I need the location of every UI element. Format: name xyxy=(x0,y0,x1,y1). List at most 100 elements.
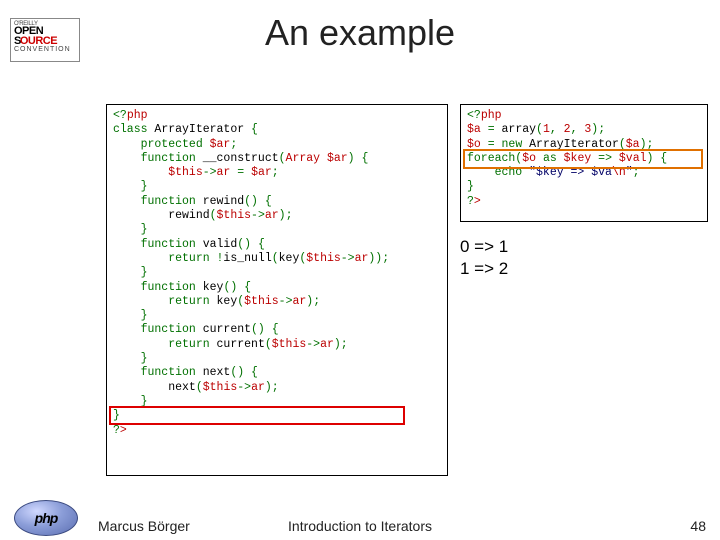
c: function xyxy=(113,152,203,165)
c: } xyxy=(113,409,120,422)
c: next xyxy=(113,381,196,394)
c: $ar xyxy=(251,166,272,179)
c: key xyxy=(279,252,300,265)
c: key xyxy=(217,295,238,308)
c: ); xyxy=(265,381,279,394)
c: = xyxy=(488,123,502,136)
c: ArrayIterator xyxy=(529,138,619,151)
c: ; xyxy=(633,166,640,179)
c: ); xyxy=(306,295,320,308)
c: ; xyxy=(230,138,237,151)
c: ? xyxy=(113,424,120,437)
c: ); xyxy=(640,138,654,151)
c: next xyxy=(203,366,231,379)
c: -> xyxy=(306,338,320,351)
output-line: 1 => 2 xyxy=(460,258,508,280)
c: 2 xyxy=(564,123,571,136)
c: -> xyxy=(341,252,355,265)
c: } xyxy=(467,180,474,193)
c: ar xyxy=(292,295,306,308)
footer-title: Introduction to Iterators xyxy=(0,518,720,534)
c: } xyxy=(113,180,148,193)
c: ( xyxy=(210,209,217,222)
c: { xyxy=(251,123,258,136)
c: is_null xyxy=(223,252,271,265)
c: $this xyxy=(203,381,238,394)
c: function xyxy=(113,323,203,336)
c: ) { xyxy=(647,152,668,165)
c: ( xyxy=(272,252,279,265)
c: ar xyxy=(251,381,265,394)
c: php xyxy=(481,109,502,122)
c: \n xyxy=(612,166,626,179)
c: => xyxy=(598,152,619,165)
output-line: 0 => 1 xyxy=(460,236,508,258)
c: $this xyxy=(244,295,279,308)
c: ? xyxy=(467,195,474,208)
c: function xyxy=(113,366,203,379)
c: ) { xyxy=(348,152,369,165)
logo-convention: CONVENTION xyxy=(14,46,76,53)
oreilly-logo: O'REILLY OPEN SOURCE CONVENTION xyxy=(10,18,80,62)
c: class xyxy=(113,123,154,136)
c: ( xyxy=(265,338,272,351)
c: )); xyxy=(368,252,389,265)
c: protected xyxy=(113,138,210,151)
c: valid xyxy=(203,238,238,251)
c: php xyxy=(127,109,148,122)
slide: O'REILLY OPEN SOURCE CONVENTION An examp… xyxy=(0,12,720,540)
output-block: 0 => 1 1 => 2 xyxy=(460,236,508,280)
c: $this xyxy=(217,209,252,222)
c: () { xyxy=(237,238,265,251)
c: ); xyxy=(334,338,348,351)
c: $this xyxy=(113,166,203,179)
c: ( xyxy=(619,138,626,151)
c: function xyxy=(113,195,203,208)
c: ; xyxy=(272,166,279,179)
c: -> xyxy=(251,209,265,222)
c: as xyxy=(543,152,564,165)
c: ( xyxy=(536,123,543,136)
c: = new xyxy=(488,138,529,151)
c: ( xyxy=(279,152,286,165)
c: 1 xyxy=(543,123,550,136)
c: } xyxy=(113,352,148,365)
c: rewind xyxy=(203,195,244,208)
c: () { xyxy=(251,323,279,336)
c: > xyxy=(474,195,481,208)
c: ArrayIterator xyxy=(154,123,251,136)
c: ( xyxy=(196,381,203,394)
c: Array $ar xyxy=(286,152,348,165)
c: $o xyxy=(522,152,543,165)
c: = xyxy=(237,166,251,179)
c: $val xyxy=(619,152,647,165)
c: function xyxy=(113,281,203,294)
c: return ! xyxy=(113,252,223,265)
c: rewind xyxy=(113,209,210,222)
c: -> xyxy=(203,166,217,179)
c: () { xyxy=(223,281,251,294)
footer-page: 48 xyxy=(690,518,706,534)
c: ar xyxy=(217,166,238,179)
c: } xyxy=(113,266,148,279)
c: array xyxy=(502,123,537,136)
c: -> xyxy=(279,295,293,308)
c: () { xyxy=(244,195,272,208)
c: $key xyxy=(564,152,599,165)
c: key xyxy=(203,281,224,294)
c: ); xyxy=(279,209,293,222)
code-block-left: <?php class ArrayIterator { protected $a… xyxy=(106,104,448,476)
code-block-right: <?php $a = array(1, 2, 3); $o = new Arra… xyxy=(460,104,708,222)
c: () { xyxy=(230,366,258,379)
c: return xyxy=(113,295,217,308)
c: function xyxy=(113,238,203,251)
c: } xyxy=(113,309,148,322)
c: return xyxy=(113,338,217,351)
c: ar xyxy=(320,338,334,351)
c: , xyxy=(571,123,585,136)
slide-title: An example xyxy=(0,12,720,54)
c: current xyxy=(217,338,265,351)
c: ); xyxy=(591,123,605,136)
c: > xyxy=(120,424,127,437)
c: <? xyxy=(113,109,127,122)
